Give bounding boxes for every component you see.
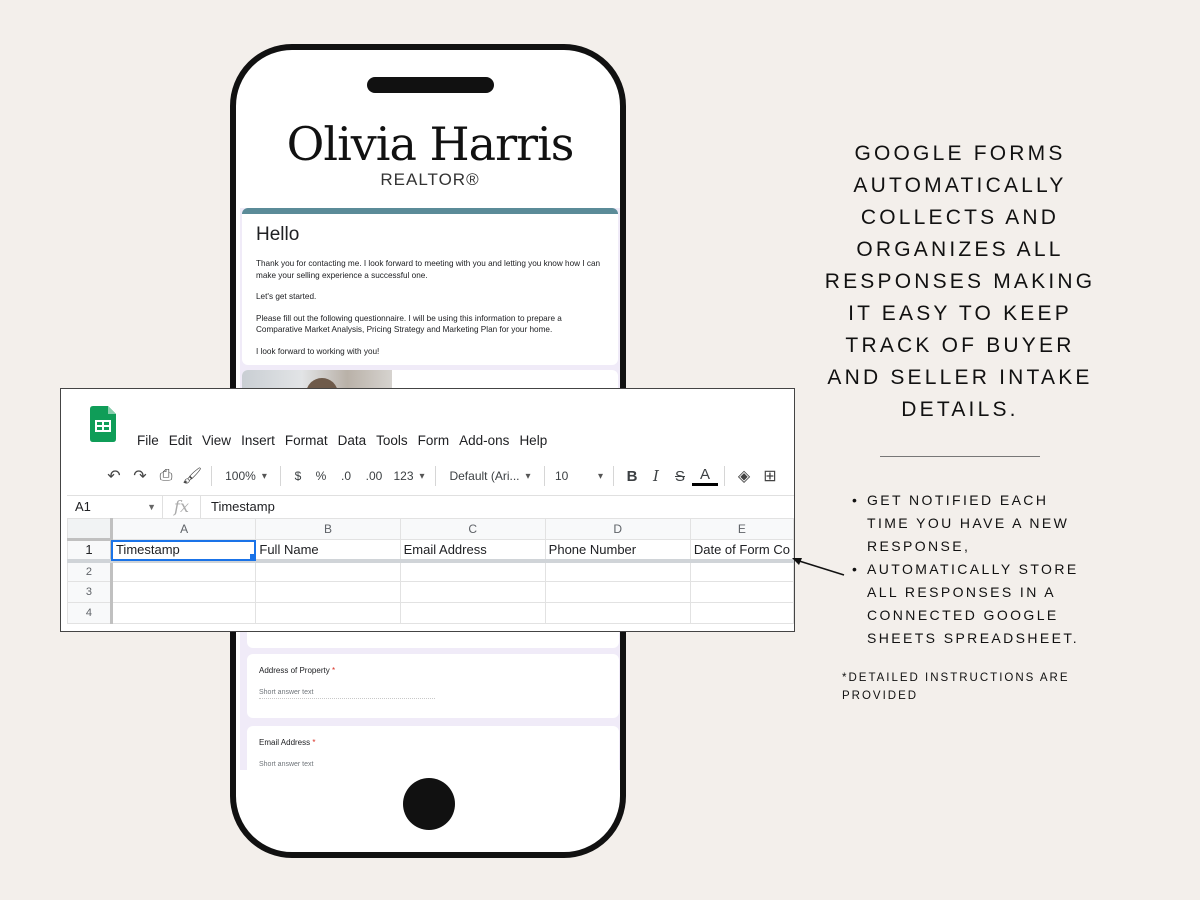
- cell[interactable]: [544, 560, 691, 582]
- pointer-arrow-icon: [792, 558, 845, 576]
- brand-title: REALTOR®: [380, 169, 480, 189]
- column-header[interactable]: E: [689, 518, 794, 540]
- form-heading: Hello: [256, 224, 300, 245]
- cell[interactable]: [399, 581, 546, 603]
- zoom-select[interactable]: 100%: [218, 464, 274, 488]
- cell-c1[interactable]: Email Address: [399, 539, 546, 563]
- toolbar: ↶ ↷ ⎙ 🖌 100% $ % .0 .00 123 Default (Ari…: [101, 461, 794, 491]
- intro-paragraph: I look forward to working with you!: [256, 346, 380, 356]
- column-header[interactable]: C: [399, 518, 546, 540]
- short-answer-input[interactable]: Short answer text: [259, 761, 435, 770]
- paint-format-icon[interactable]: 🖌: [179, 464, 205, 488]
- form-intro-card: Hello Thank you for contacting me. I loo…: [242, 208, 618, 365]
- currency-button[interactable]: $: [287, 464, 309, 488]
- phone-speaker: [367, 77, 494, 93]
- feature-list: Get notified each time you have a new re…: [852, 489, 1092, 650]
- print-icon[interactable]: ⎙: [153, 464, 179, 488]
- cell-value: Timestamp: [115, 541, 180, 557]
- cell[interactable]: [255, 581, 401, 603]
- cell[interactable]: [689, 602, 794, 624]
- name-box[interactable]: A1 ▼: [67, 495, 163, 518]
- percent-button[interactable]: %: [309, 464, 333, 488]
- short-answer-input[interactable]: Short answer text: [259, 689, 435, 699]
- menu-help[interactable]: Help: [519, 433, 547, 448]
- strikethrough-button[interactable]: S: [668, 464, 692, 488]
- increase-decimals-button[interactable]: .00: [359, 464, 389, 488]
- cell-b1[interactable]: Full Name: [255, 539, 401, 563]
- name-box-value: A1: [75, 499, 91, 514]
- row-header[interactable]: 2: [67, 560, 113, 582]
- font-select[interactable]: Default (Ari...: [442, 464, 538, 488]
- menu-data[interactable]: Data: [338, 433, 367, 448]
- row-header[interactable]: 3: [67, 581, 113, 603]
- row-header[interactable]: 4: [67, 602, 113, 624]
- fill-handle[interactable]: [250, 553, 255, 557]
- menu-bar: File Edit View Insert Format Data Tools …: [137, 433, 547, 448]
- column-header[interactable]: D: [544, 518, 691, 540]
- row-header[interactable]: 1: [67, 539, 113, 563]
- column-header[interactable]: A: [110, 518, 257, 540]
- feature-item: Get notified each time you have a new re…: [852, 489, 1092, 558]
- question-label: Address of Property: [259, 666, 330, 675]
- required-mark: *: [331, 666, 336, 675]
- spreadsheet-window: File Edit View Insert Format Data Tools …: [60, 388, 795, 632]
- cell[interactable]: [255, 560, 401, 582]
- menu-form[interactable]: Form: [418, 433, 450, 448]
- formula-bar: A1 ▼ fx Timestamp: [67, 495, 794, 518]
- divider: [880, 456, 1040, 457]
- text-color-button[interactable]: A: [692, 466, 718, 486]
- spreadsheet-grid: A B C D E 1 Timestamp Full Name Email Ad…: [67, 518, 794, 624]
- cell[interactable]: [110, 602, 257, 624]
- bold-button[interactable]: B: [620, 464, 644, 488]
- fx-icon: fx: [163, 495, 201, 518]
- fill-color-icon[interactable]: ◈: [731, 464, 757, 488]
- cell[interactable]: [255, 602, 401, 624]
- required-mark: *: [312, 738, 316, 747]
- undo-icon[interactable]: ↶: [101, 464, 127, 488]
- menu-file[interactable]: File: [137, 433, 159, 448]
- cell-e1[interactable]: Date of Form Co: [689, 539, 794, 563]
- menu-insert[interactable]: Insert: [241, 433, 275, 448]
- menu-edit[interactable]: Edit: [169, 433, 192, 448]
- cell[interactable]: [689, 560, 794, 582]
- form-header: Olivia Harris REALTOR®: [240, 106, 620, 208]
- question-label: Email Address: [259, 738, 311, 747]
- intro-paragraph: Let's get started.: [256, 292, 317, 301]
- italic-button[interactable]: I: [644, 464, 668, 488]
- borders-icon[interactable]: ⊞: [757, 464, 783, 488]
- number-format-select[interactable]: 123: [389, 464, 429, 488]
- brand-name: Olivia Harris: [286, 117, 575, 171]
- cell[interactable]: [399, 560, 546, 582]
- question-card-address[interactable]: Address of Property * Short answer text: [247, 654, 619, 718]
- cell-a1[interactable]: Timestamp: [110, 539, 257, 563]
- cell-d1[interactable]: Phone Number: [544, 539, 691, 563]
- google-sheets-icon[interactable]: [90, 406, 116, 442]
- chevron-down-icon: ▼: [147, 501, 156, 512]
- home-button[interactable]: [403, 778, 455, 830]
- question-card-email[interactable]: Email Address * Short answer text: [247, 726, 619, 770]
- intro-paragraph: Thank you for contacting me. I look forw…: [256, 259, 601, 280]
- cell[interactable]: [399, 602, 546, 624]
- cell[interactable]: [110, 560, 257, 582]
- intro-paragraph: Please fill out the following questionna…: [256, 313, 562, 335]
- menu-view[interactable]: View: [202, 433, 231, 448]
- column-header[interactable]: B: [255, 518, 401, 540]
- select-all-corner[interactable]: [67, 518, 113, 541]
- cell[interactable]: [544, 602, 691, 624]
- cell[interactable]: [544, 581, 691, 603]
- feature-item: Automatically store all responses in a c…: [852, 558, 1092, 650]
- menu-tools[interactable]: Tools: [376, 433, 408, 448]
- menu-format[interactable]: Format: [285, 433, 328, 448]
- footnote: *Detailed instructions are provided: [842, 672, 1070, 702]
- headline: Google Forms automatically collects and …: [824, 142, 1096, 421]
- decrease-decimals-button[interactable]: .0: [333, 464, 359, 488]
- font-size-select[interactable]: 10: [551, 464, 607, 488]
- formula-input[interactable]: Timestamp: [201, 499, 275, 514]
- menu-addons[interactable]: Add-ons: [459, 433, 509, 448]
- cell[interactable]: [689, 581, 794, 603]
- cell[interactable]: [110, 581, 257, 603]
- redo-icon[interactable]: ↷: [127, 464, 153, 488]
